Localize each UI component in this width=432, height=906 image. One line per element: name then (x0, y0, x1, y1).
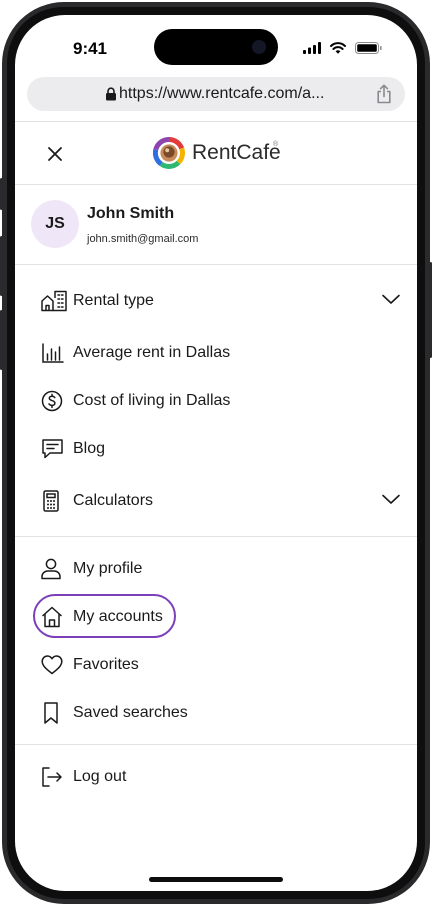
divider (15, 536, 417, 537)
camera-icon (252, 40, 266, 54)
menu-item-label: Log out (73, 768, 127, 785)
home-indicator[interactable] (149, 877, 283, 882)
status-time: 9:41 (72, 39, 108, 58)
rentcafe-logo[interactable]: RentCafe ® (153, 136, 293, 170)
status-bar: 9:41 (15, 15, 417, 79)
heart-icon (41, 654, 65, 676)
bookmark-icon (41, 702, 65, 724)
logout-icon (41, 766, 65, 788)
menu-item-log-out[interactable]: Log out (31, 759, 401, 795)
cellular-signal-icon (303, 42, 321, 54)
menu-item-label: Average rent in Dallas (73, 344, 231, 361)
building-home-icon (41, 290, 67, 312)
lock-icon (105, 87, 117, 101)
menu-item-label: My accounts (73, 608, 163, 625)
phone-device: 9:41 https://www.rentcafe.com/a... RentC… (0, 0, 432, 906)
menu-item-label: Blog (73, 440, 106, 457)
battery-icon (355, 42, 382, 54)
trademark-icon: ® (273, 141, 279, 148)
menu-item-saved-searches[interactable]: Saved searches (31, 695, 401, 731)
menu-item-my-profile[interactable]: My profile (31, 551, 401, 587)
message-icon (41, 438, 65, 460)
menu-item-label: Saved searches (73, 704, 188, 721)
rentcafe-logo-mark-icon (153, 137, 185, 169)
dollar-circle-icon (41, 390, 65, 412)
wifi-icon (330, 42, 346, 54)
bar-chart-icon (41, 342, 65, 364)
chevron-down-icon[interactable] (381, 292, 401, 306)
menu-item-calculators[interactable]: Calculators (31, 483, 401, 519)
divider (15, 264, 417, 265)
divider (15, 744, 417, 745)
dynamic-island (154, 29, 278, 65)
user-name: John Smith (87, 205, 175, 222)
divider (15, 184, 417, 185)
menu-item-label: Rental type (73, 292, 154, 309)
menu-item-cost-of-living[interactable]: Cost of living in Dallas (31, 383, 401, 419)
calculator-icon (41, 490, 65, 512)
status-icons (303, 41, 383, 55)
chevron-down-icon[interactable] (381, 492, 401, 506)
share-icon[interactable] (375, 84, 393, 104)
menu-item-rental-type[interactable]: Rental type (31, 283, 401, 319)
menu-item-blog[interactable]: Blog (31, 431, 401, 467)
home-icon (41, 606, 65, 628)
menu-item-label: My profile (73, 560, 143, 577)
menu-item-label: Favorites (73, 656, 139, 673)
divider (15, 121, 417, 122)
menu-item-favorites[interactable]: Favorites (31, 647, 401, 683)
menu-item-label: Cost of living in Dallas (73, 392, 231, 409)
screen: 9:41 https://www.rentcafe.com/a... RentC… (15, 15, 417, 891)
user-icon (41, 558, 65, 580)
avatar[interactable]: JS (31, 200, 79, 248)
url-text: https://www.rentcafe.com/a... (119, 85, 325, 102)
menu-item-label: Calculators (73, 492, 154, 509)
menu-item-average-rent[interactable]: Average rent in Dallas (31, 335, 401, 371)
menu-item-my-accounts[interactable]: My accounts (31, 599, 401, 635)
close-icon[interactable] (45, 144, 65, 164)
brand-name: RentCafe (192, 141, 281, 164)
user-email: john.smith@gmail.com (87, 233, 199, 245)
browser-url-bar[interactable]: https://www.rentcafe.com/a... (27, 77, 405, 111)
